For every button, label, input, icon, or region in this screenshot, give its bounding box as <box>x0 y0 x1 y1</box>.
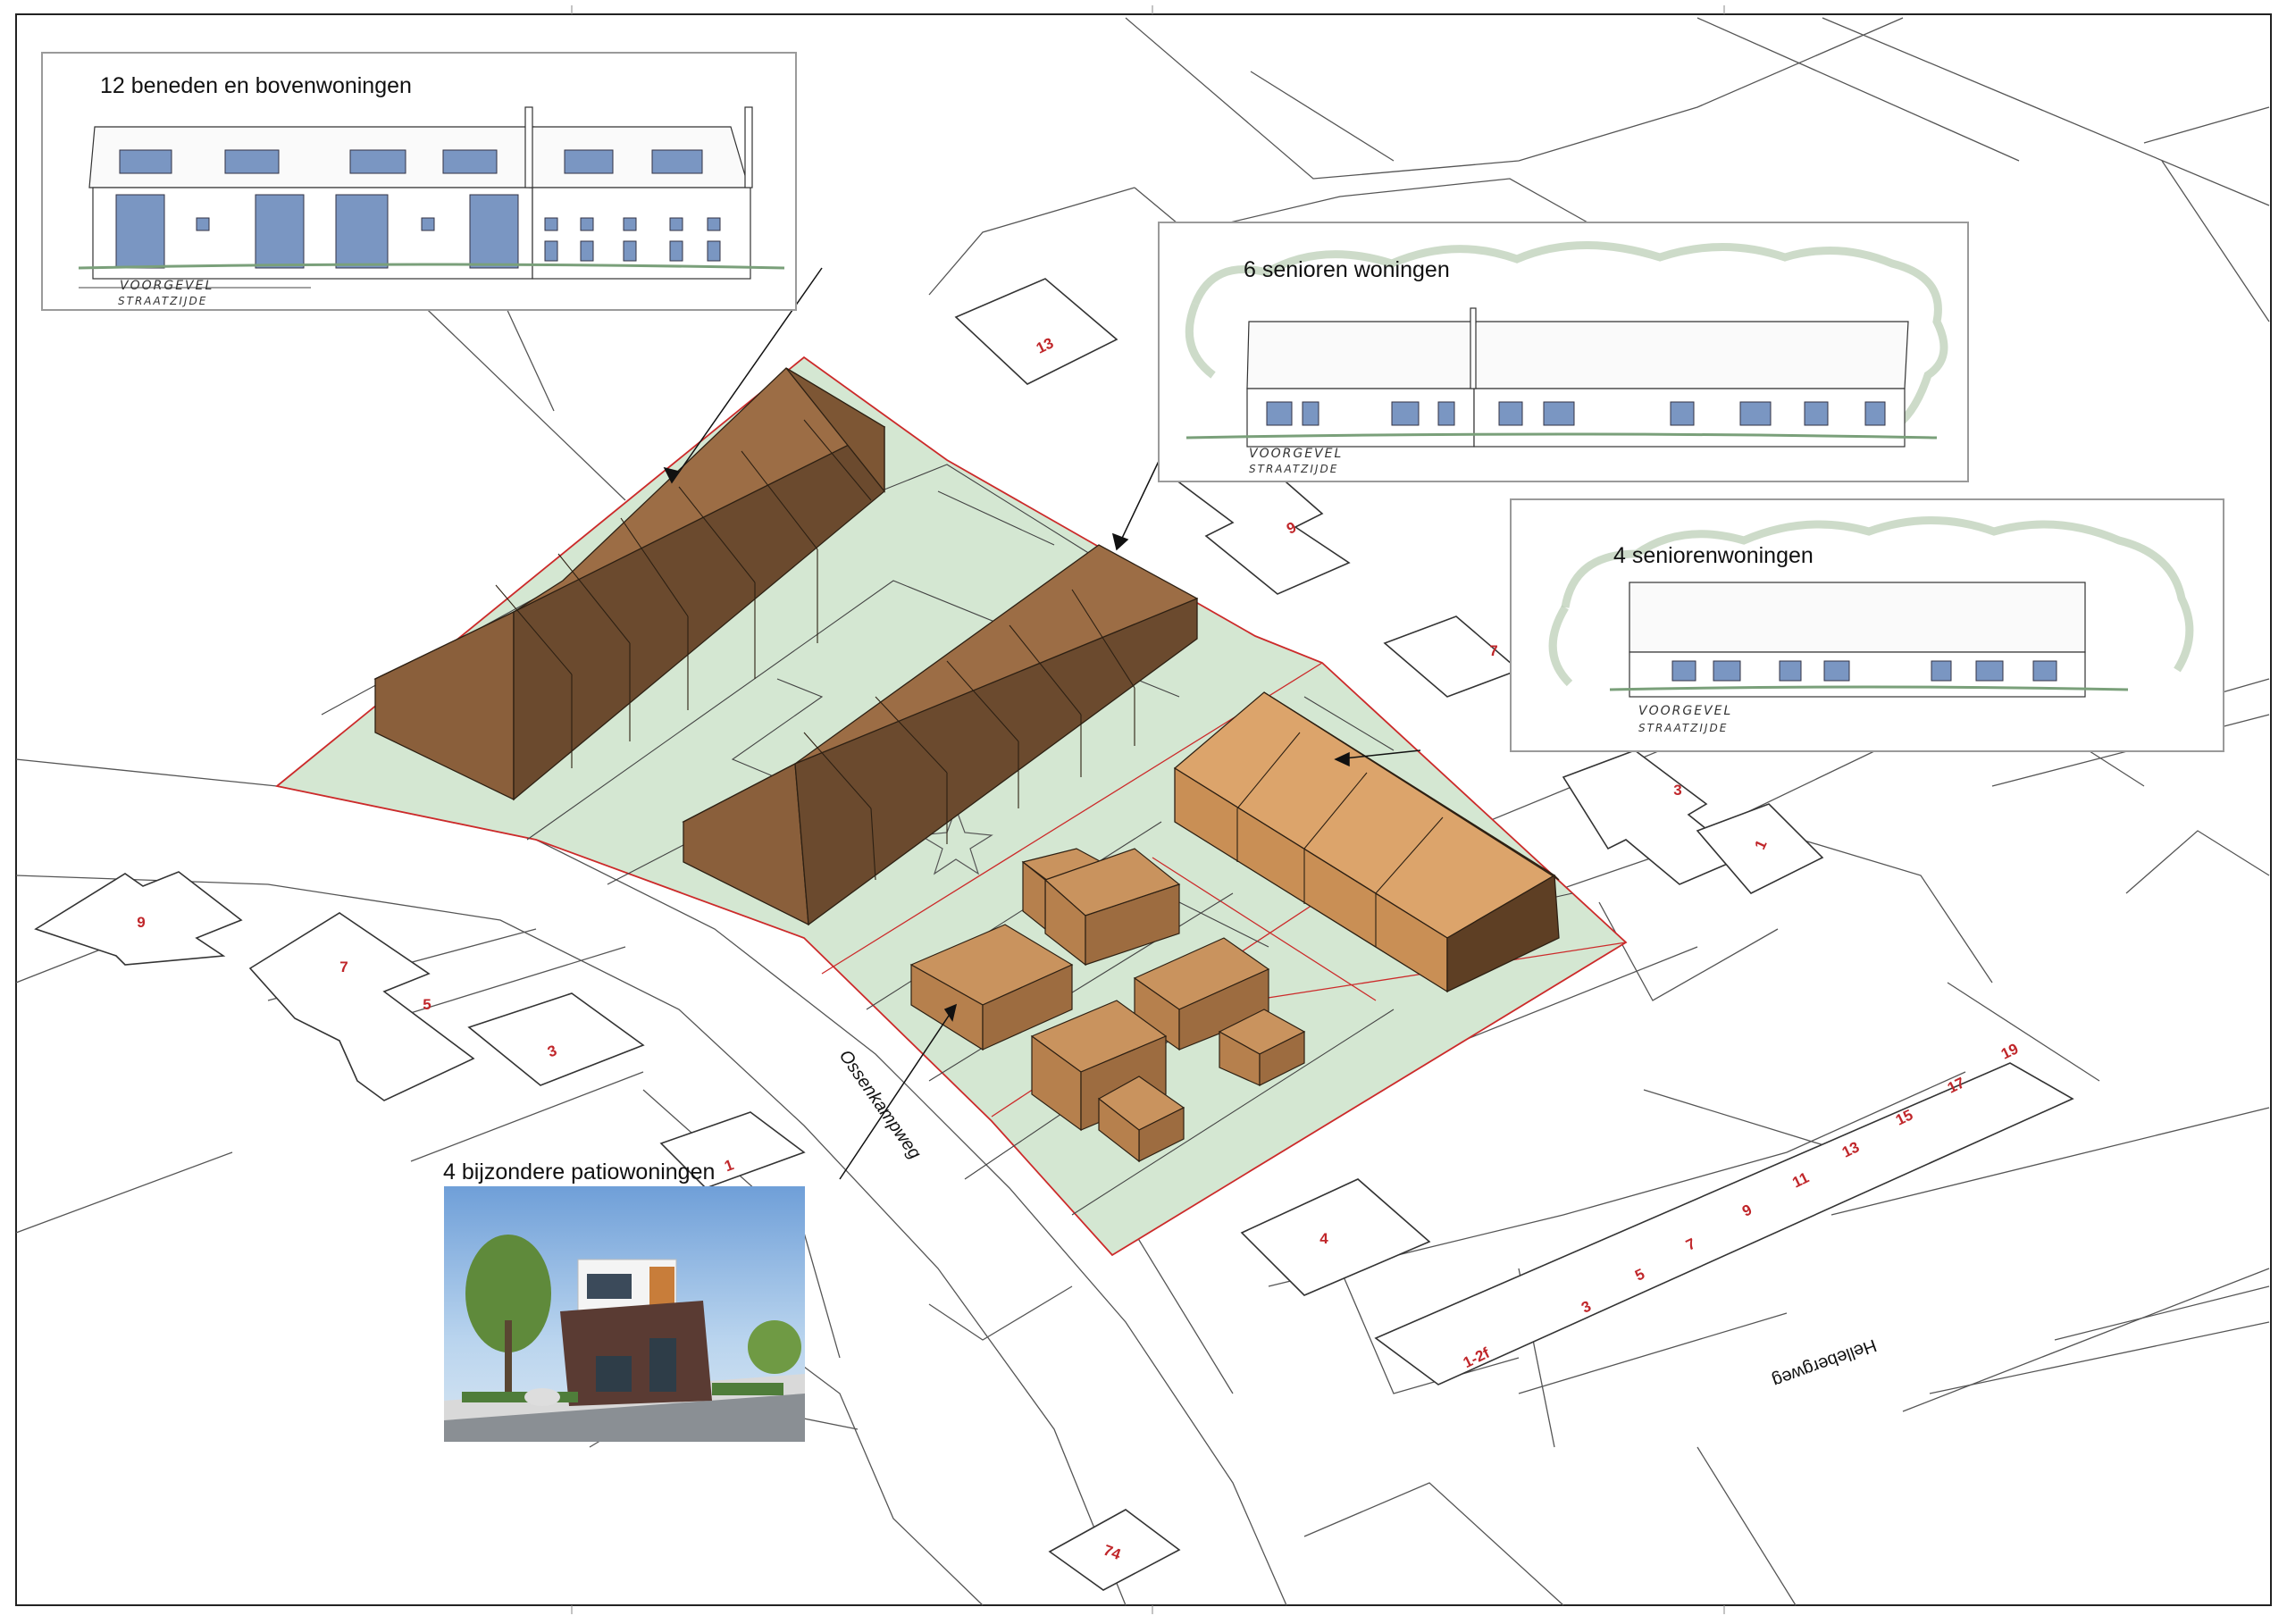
house-4 <box>1240 1178 1431 1296</box>
rowhouses-note-line2: STRAATZIJDE <box>118 295 208 307</box>
number-3-right: 3 <box>1673 782 1681 799</box>
street-ossenkampweg: Ossenkampweg <box>835 1047 925 1163</box>
seniors4-elevation-drawing <box>1548 516 2194 698</box>
street-hellebergweg: Hellebergweg <box>1770 1335 1879 1391</box>
patio-render-illustration <box>444 1235 805 1442</box>
number-7-right: 7 <box>1489 642 1497 659</box>
number-9-left: 9 <box>137 914 145 931</box>
rowhouses-elevation-drawing <box>78 106 785 289</box>
site-plan: 13 9 7 3 1 9 7 5 3 1 4 74 1-2f 3 5 7 9 11 13 15… <box>0 0 2287 1620</box>
patio-title: 4 bijzondere patiowoningen <box>443 1159 716 1185</box>
seniors6-note-line1: VOORGEVEL <box>1249 447 1344 461</box>
seniors4-note-line1: VOORGEVEL <box>1638 704 1733 718</box>
house-7-right <box>1383 615 1520 698</box>
rowhouses-note-line1: VOORGEVEL <box>120 279 214 293</box>
seniors6-elevation-panel: 6 senioren woningen VOORGEVEL STRAATZIJD… <box>1158 222 1969 482</box>
number-5-left: 5 <box>423 996 431 1013</box>
rowhouses-elevation-panel: 12 beneden en bovenwoningen VOORGEVEL ST… <box>41 52 797 311</box>
number-4: 4 <box>1319 1230 1328 1247</box>
seniors6-title: 6 senioren woningen <box>1244 257 1450 282</box>
house-7-5-left <box>248 912 475 1101</box>
seniors6-note-line2: STRAATZIJDE <box>1249 463 1339 475</box>
row-block <box>1374 1062 2074 1385</box>
house-3-left <box>467 992 645 1086</box>
house-3-right <box>1562 749 1744 885</box>
seniors4-elevation-panel: 4 seniorenwoningen VOORGEVEL STRAATZIJDE <box>1510 498 2224 752</box>
seniors4-note-line2: STRAATZIJDE <box>1638 722 1729 734</box>
patio-render <box>444 1186 805 1442</box>
number-7-left: 7 <box>339 958 348 975</box>
row-number-19: 19 <box>1998 1040 2021 1062</box>
seniors4-title: 4 seniorenwoningen <box>1613 543 1814 568</box>
house-13 <box>954 278 1118 385</box>
